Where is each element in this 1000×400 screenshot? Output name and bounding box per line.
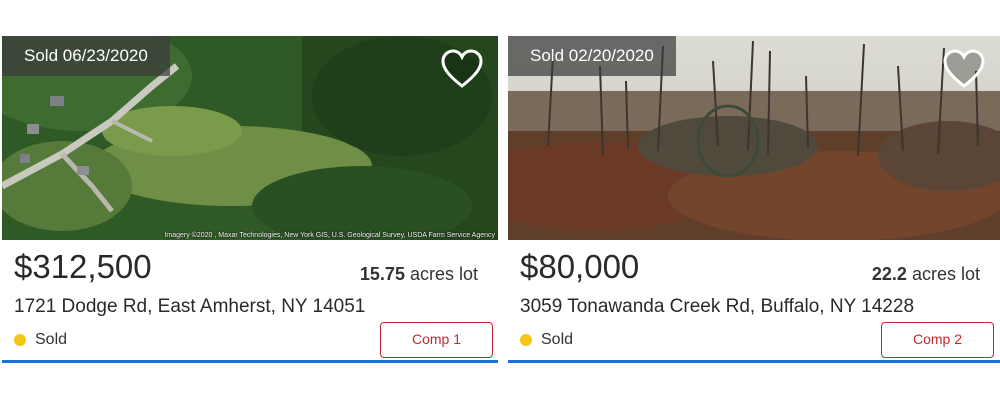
listing-price: $312,500 — [14, 248, 152, 285]
listing-address[interactable]: 3059 Tonawanda Creek Rd, Buffalo, NY 142… — [520, 296, 914, 318]
status-dot-icon — [520, 334, 532, 346]
status-label: Sold — [35, 331, 68, 348]
lot-size: 22.2 acres lot — [872, 264, 980, 285]
imagery-credit: Imagery ©2020 , Maxar Technologies, New … — [164, 232, 495, 239]
comp-button[interactable]: Comp 1 — [380, 322, 493, 358]
heart-outline-icon[interactable] — [440, 48, 484, 92]
listing-card[interactable]: Sold 02/20/2020 $80,000 22.2 acres lot 3… — [508, 36, 1000, 363]
lot-size-value: 15.75 — [359, 264, 405, 284]
lot-size: 15.75 acres lot — [360, 264, 478, 285]
lot-size-unit: acres lot — [911, 264, 980, 284]
listing-photo[interactable]: Sold 02/20/2020 — [508, 36, 1000, 240]
aerial-photo[interactable]: Sold 06/23/2020 Imagery ©2020 , Maxar Te… — [2, 36, 498, 240]
listing-card[interactable]: Sold 06/23/2020 Imagery ©2020 , Maxar Te… — [2, 36, 498, 363]
comp-button[interactable]: Comp 2 — [881, 322, 994, 358]
sold-date-tag: Sold 02/20/2020 — [508, 36, 676, 76]
status-dot-icon — [14, 334, 26, 346]
status-indicator: Sold — [14, 331, 67, 349]
sold-date-tag: Sold 06/23/2020 — [2, 36, 170, 76]
status-indicator: Sold — [520, 331, 573, 349]
heart-outline-icon[interactable] — [942, 48, 986, 92]
listing-address[interactable]: 1721 Dodge Rd, East Amherst, NY 14051 — [14, 296, 365, 318]
listing-price: $80,000 — [520, 248, 640, 285]
lot-size-unit: acres lot — [409, 264, 478, 284]
status-label: Sold — [541, 331, 574, 348]
lot-size-value: 22.2 — [871, 264, 907, 284]
